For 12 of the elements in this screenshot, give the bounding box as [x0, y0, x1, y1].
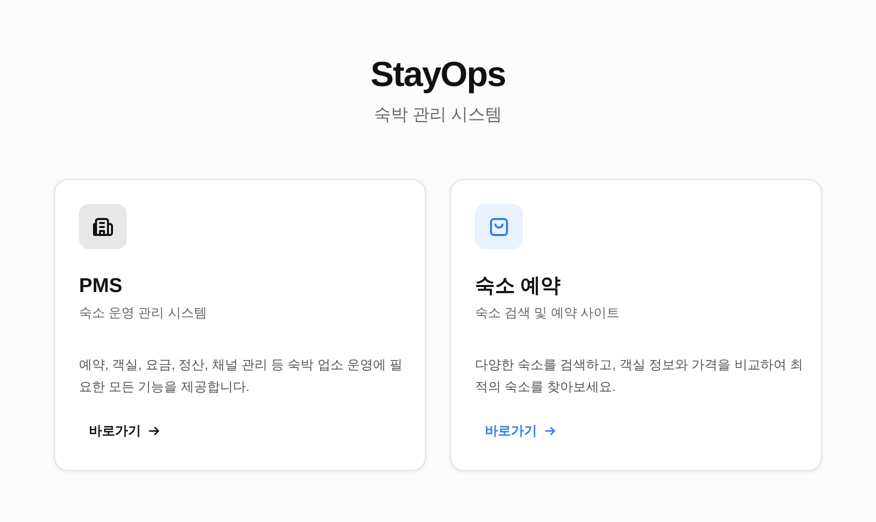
- card-description: 다양한 숙소를 검색하고, 객실 정보와 가격을 비교하여 최적의 숙소를 찾아보세요.: [475, 356, 804, 396]
- card-subtitle: 숙소 운영 관리 시스템: [79, 304, 207, 322]
- go-link[interactable]: 바로가기: [79, 416, 171, 446]
- card-title: 숙소 예약: [475, 274, 561, 299]
- go-link[interactable]: 바로가기: [475, 416, 567, 446]
- arrow-right-icon: [147, 424, 161, 438]
- card-title: PMS: [79, 274, 122, 299]
- app-subtitle: 숙박 관리 시스템: [374, 104, 502, 126]
- card-description: 예약, 객실, 요금, 정산, 채널 관리 등 숙박 업소 운영에 필요한 모든 기능을 제공합니다.: [79, 356, 404, 396]
- arrow-right-icon: [543, 424, 557, 438]
- card-subtitle: 숙소 검색 및 예약 사이트: [475, 304, 620, 322]
- app-title: StayOps: [370, 54, 506, 96]
